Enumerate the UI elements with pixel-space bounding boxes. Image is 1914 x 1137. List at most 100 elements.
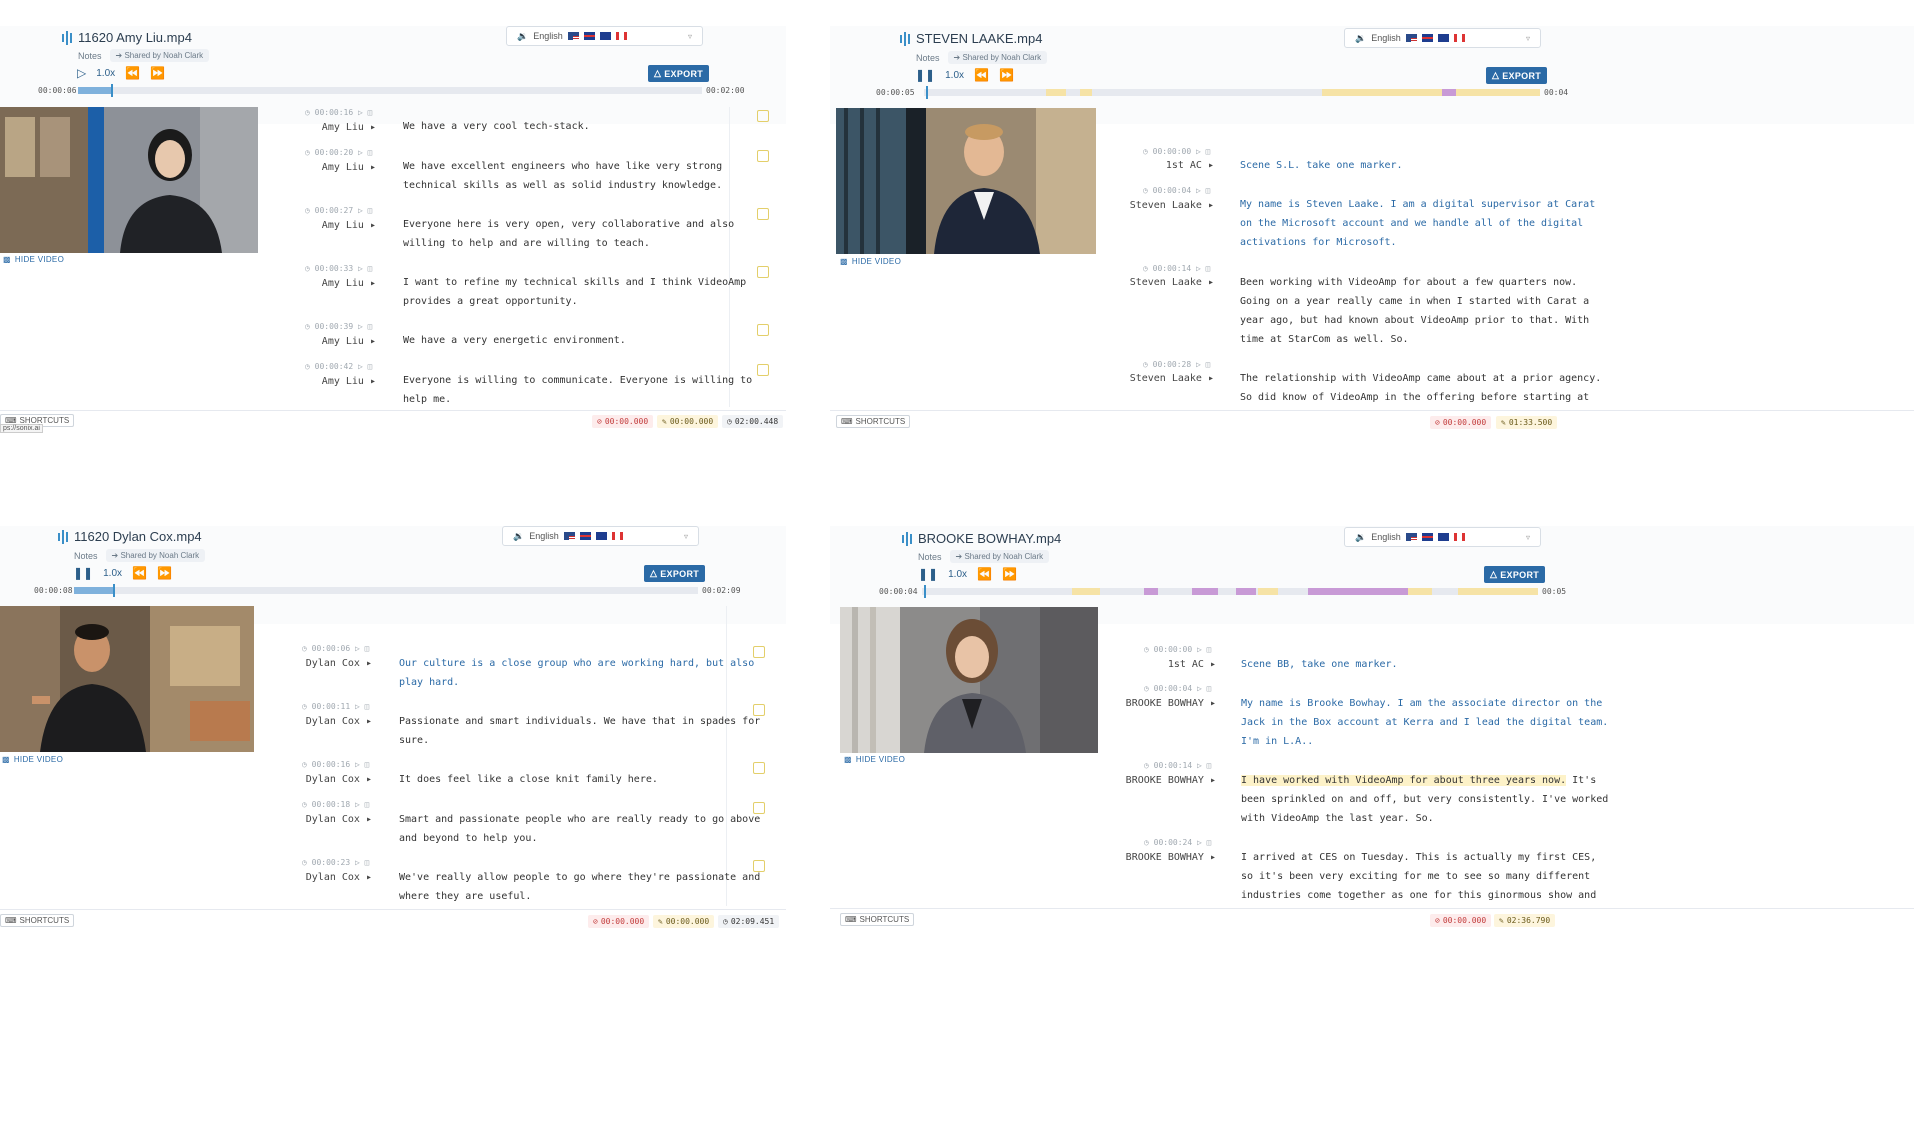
notes-label[interactable]: Notes — [78, 51, 102, 61]
note-icon[interactable] — [753, 802, 765, 814]
transcript-text[interactable]: Our culture is a close group who are wor… — [399, 654, 754, 692]
video-player[interactable] — [840, 607, 1098, 753]
transcript-text[interactable]: We have excellent engineers who have lik… — [403, 157, 722, 195]
speaker-label[interactable]: BROOKE BOWHAY ▸ — [1120, 698, 1216, 709]
speaker-label[interactable]: Steven Laake ▸ — [1126, 373, 1214, 384]
transcript-text[interactable]: We have a very cool tech-stack. — [403, 117, 590, 136]
speaker-label[interactable]: Amy Liu ▸ — [290, 122, 376, 133]
pause-icon[interactable]: ❚❚ — [918, 567, 938, 581]
pause-icon[interactable]: ❚❚ — [915, 68, 935, 82]
speaker-label[interactable]: Steven Laake ▸ — [1126, 277, 1214, 288]
language-select[interactable]: 🔉 English ▿ — [1344, 28, 1541, 48]
transcript-text[interactable]: Smart and passionate people who are real… — [399, 810, 760, 848]
note-icon[interactable] — [753, 646, 765, 658]
edit-time-badge: ✎ 00:00.000 — [653, 915, 715, 928]
chevron-down-icon: ▿ — [1525, 532, 1530, 542]
transcript-text[interactable]: Everyone is willing to communicate. Ever… — [403, 371, 752, 409]
speaker-label[interactable]: Dylan Cox ▸ — [286, 814, 372, 825]
playhead[interactable] — [111, 84, 113, 97]
rewind-icon[interactable]: ⏪ — [132, 566, 147, 580]
transcript-text[interactable]: I have worked with VideoAmp for about th… — [1241, 771, 1608, 828]
transcript-text[interactable]: Scene BB, take one marker. — [1241, 655, 1398, 674]
language-select[interactable]: 🔉 English ▿ — [502, 526, 699, 546]
note-icon[interactable] — [753, 860, 765, 872]
shortcuts-button[interactable]: ⌨ SHORTCUTS — [836, 415, 911, 428]
speed-button[interactable]: 1.0x — [945, 70, 964, 81]
speed-button[interactable]: 1.0x — [96, 68, 115, 79]
transcript-text[interactable]: Everyone here is very open, very collabo… — [403, 215, 734, 253]
playhead[interactable] — [924, 585, 926, 598]
rewind-icon[interactable]: ⏪ — [974, 68, 989, 82]
hide-video-button[interactable]: ▩ HIDE VIDEO — [844, 755, 905, 764]
notes-label[interactable]: Notes — [916, 53, 940, 63]
fast-forward-icon[interactable]: ⏩ — [1002, 567, 1017, 581]
speaker-label[interactable]: Steven Laake ▸ — [1126, 200, 1214, 211]
shortcuts-button[interactable]: ⌨ SHORTCUTS — [840, 913, 915, 926]
speed-button[interactable]: 1.0x — [948, 569, 967, 580]
export-button[interactable]: △ EXPORT — [1484, 566, 1546, 583]
note-icon[interactable] — [757, 364, 769, 376]
speaker-label[interactable]: Dylan Cox ▸ — [286, 658, 372, 669]
note-icon[interactable] — [757, 110, 769, 122]
speaker-label[interactable]: 1st AC ▸ — [1120, 659, 1216, 670]
hide-video-button[interactable]: ▩ HIDE VIDEO — [2, 755, 63, 764]
video-player[interactable] — [0, 107, 258, 253]
timeline-scrubber[interactable] — [924, 86, 1540, 99]
export-button[interactable]: △ EXPORT — [1486, 67, 1548, 84]
transcript-text[interactable]: It does feel like a close knit family he… — [399, 770, 658, 789]
speaker-label[interactable]: Amy Liu ▸ — [290, 376, 376, 387]
transcript-text[interactable]: Been working with VideoAmp for about a f… — [1240, 273, 1589, 349]
highlighted-text[interactable]: I have worked with VideoAmp for about th… — [1241, 775, 1567, 786]
fast-forward-icon[interactable]: ⏩ — [999, 68, 1014, 82]
fast-forward-icon[interactable]: ⏩ — [150, 66, 165, 80]
speaker-label[interactable]: BROOKE BOWHAY ▸ — [1120, 775, 1216, 786]
speaker-label[interactable]: Dylan Cox ▸ — [286, 774, 372, 785]
rewind-icon[interactable]: ⏪ — [125, 66, 140, 80]
note-icon[interactable] — [757, 208, 769, 220]
transcript-text[interactable]: We have a very energetic environment. — [403, 331, 626, 350]
note-icon[interactable] — [757, 266, 769, 278]
transcript-text[interactable]: Scene S.L. take one marker. — [1240, 156, 1403, 175]
notes-label[interactable]: Notes — [918, 552, 942, 562]
ca-flag-icon — [1453, 34, 1465, 42]
note-icon[interactable] — [757, 324, 769, 336]
timeline-scrubber[interactable] — [78, 84, 702, 97]
fast-forward-icon[interactable]: ⏩ — [157, 566, 172, 580]
speaker-label[interactable]: Dylan Cox ▸ — [286, 716, 372, 727]
transcript-text[interactable]: I want to refine my technical skills and… — [403, 273, 746, 311]
timeline-scrubber[interactable] — [922, 585, 1538, 598]
video-player[interactable] — [836, 108, 1096, 254]
hide-video-button[interactable]: ▩ HIDE VIDEO — [3, 255, 64, 264]
note-icon[interactable] — [753, 762, 765, 774]
speaker-label[interactable]: BROOKE BOWHAY ▸ — [1120, 852, 1216, 863]
playhead[interactable] — [926, 86, 928, 99]
playhead[interactable] — [113, 584, 115, 597]
transcript-text[interactable]: My name is Brooke Bowhay. I am the assoc… — [1241, 694, 1608, 751]
timeline-scrubber[interactable] — [74, 584, 698, 597]
play-icon[interactable]: ▷ — [77, 66, 86, 80]
speaker-label[interactable]: 1st AC ▸ — [1126, 160, 1214, 171]
pause-icon[interactable]: ❚❚ — [73, 566, 93, 580]
note-icon[interactable] — [753, 704, 765, 716]
speaker-label[interactable]: Amy Liu ▸ — [290, 162, 376, 173]
transcript-text[interactable]: I arrived at CES on Tuesday. This is act… — [1241, 848, 1596, 905]
video-player[interactable] — [0, 606, 254, 752]
speaker-label[interactable]: Amy Liu ▸ — [290, 336, 376, 347]
rewind-icon[interactable]: ⏪ — [977, 567, 992, 581]
hide-video-button[interactable]: ▩ HIDE VIDEO — [840, 257, 901, 266]
shortcuts-button[interactable]: ⌨ SHORTCUTS — [0, 914, 75, 927]
transcript-text[interactable]: My name is Steven Laake. I am a digital … — [1240, 195, 1595, 252]
export-button[interactable]: △ EXPORT — [644, 565, 706, 582]
notes-label[interactable]: Notes — [74, 551, 98, 561]
language-select[interactable]: 🔉 English ▿ — [1344, 527, 1541, 547]
transcript-text[interactable]: We've really allow people to go where th… — [399, 868, 760, 906]
language-select[interactable]: 🔉 English ▿ — [506, 26, 703, 46]
speed-button[interactable]: 1.0x — [103, 568, 122, 579]
export-button[interactable]: △ EXPORT — [648, 65, 710, 82]
transcript-text[interactable]: The relationship with VideoAmp came abou… — [1240, 369, 1601, 407]
note-icon[interactable] — [757, 150, 769, 162]
speaker-label[interactable]: Dylan Cox ▸ — [286, 872, 372, 883]
speaker-label[interactable]: Amy Liu ▸ — [290, 220, 376, 231]
speaker-label[interactable]: Amy Liu ▸ — [290, 278, 376, 289]
transcript-text[interactable]: Passionate and smart individuals. We hav… — [399, 712, 760, 750]
